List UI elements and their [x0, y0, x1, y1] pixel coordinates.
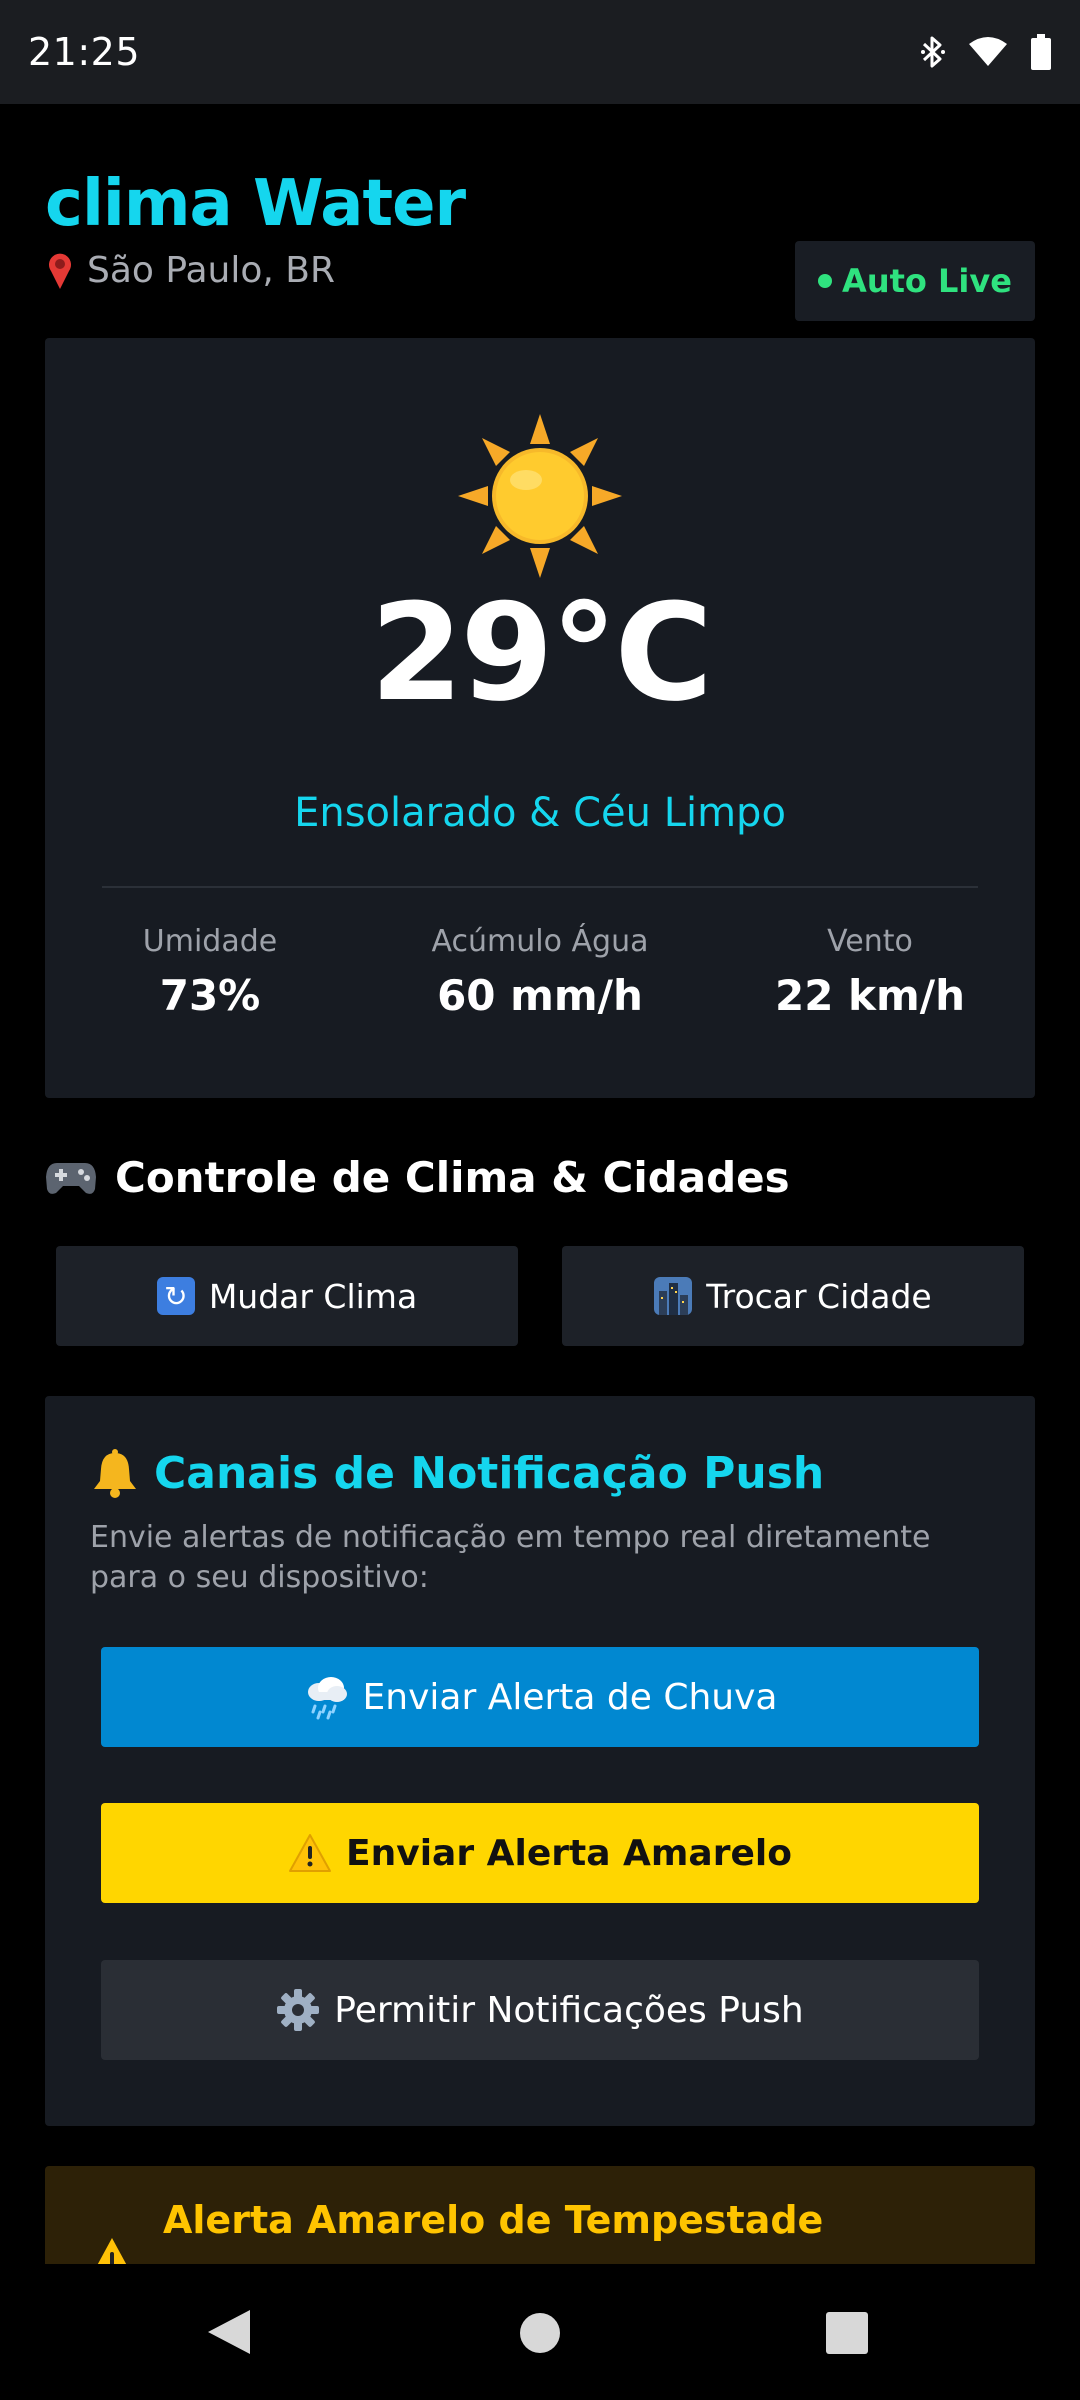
notification-description: Envie alertas de notificação em tempo re… — [90, 1520, 931, 1595]
bell-icon — [94, 1449, 136, 1498]
stat-value: 22 km/h — [774, 971, 965, 1020]
status-icons — [920, 34, 1052, 70]
location-text: São Paulo, BR — [87, 250, 335, 291]
notification-channels-card: Canais de Notificação Push Envie alertas… — [45, 1396, 1035, 2126]
change-weather-button[interactable]: ↻ Mudar Clima — [56, 1246, 518, 1346]
status-time: 21:25 — [28, 30, 141, 74]
status-bar: 21:25 — [0, 0, 1080, 104]
change-city-label: Trocar Cidade — [706, 1276, 932, 1316]
bluetooth-icon — [921, 36, 945, 68]
sun-icon — [458, 414, 622, 578]
gear-icon — [277, 1989, 320, 2031]
send-yellow-alert-label: Enviar Alerta Amarelo — [346, 1832, 792, 1874]
battery-icon — [1031, 34, 1051, 70]
temperature: 29°C — [370, 575, 713, 731]
location-pin-icon — [49, 253, 71, 289]
rain-cloud-icon — [307, 1677, 347, 1720]
stat-value: 60 mm/h — [437, 971, 643, 1020]
alert-title: Alerta Amarelo de Tempestade — [163, 2198, 824, 2242]
wifi-icon — [969, 37, 1007, 66]
location: São Paulo, BR — [45, 248, 335, 294]
divider — [102, 886, 978, 888]
weather-condition: Ensolarado & Céu Limpo — [294, 790, 786, 836]
notification-channels-title: Canais de Notificação Push — [90, 1446, 824, 1502]
stat-label: Umidade — [142, 924, 278, 959]
send-yellow-alert-button[interactable]: Enviar Alerta Amarelo — [101, 1803, 979, 1903]
notification-title-text: Canais de Notificação Push — [154, 1448, 825, 1499]
gamepad-icon — [46, 1163, 96, 1194]
auto-live-label: Auto Live — [842, 262, 1012, 300]
stat-label: Acúmulo Água — [431, 924, 649, 959]
control-buttons: ↻ Mudar Clima Trocar Cidade — [56, 1246, 1024, 1346]
stat-label: Vento — [827, 924, 913, 959]
yellow-storm-alert-card: Alerta Amarelo de Tempestade — [45, 2166, 1035, 2264]
send-rain-alert-button[interactable]: Enviar Alerta de Chuva — [101, 1647, 979, 1747]
stat-wind: Vento 22 km/h — [705, 923, 1035, 1021]
controls-section-title: Controle de Clima & Cidades — [45, 1150, 790, 1206]
warning-icon — [97, 2238, 127, 2264]
stat-value: 73% — [159, 971, 261, 1020]
auto-live-badge[interactable]: Auto Live — [795, 241, 1035, 321]
navigation-bar — [0, 2264, 1080, 2400]
stat-humidity: Umidade 73% — [45, 923, 375, 1021]
back-icon[interactable] — [206, 2308, 252, 2356]
weather-stats: Umidade 73% Acúmulo Água 60 mm/h Vento 2… — [45, 923, 1035, 1021]
controls-title-text: Controle de Clima & Cidades — [115, 1153, 790, 1202]
send-rain-alert-label: Enviar Alerta de Chuva — [362, 1676, 778, 1718]
app-title: clima Water — [45, 167, 466, 241]
allow-push-notifications-button[interactable]: Permitir Notificações Push — [101, 1960, 979, 2060]
weather-card: 29°C Ensolarado & Céu Limpo Umidade 73% … — [45, 338, 1035, 1098]
live-dot-icon — [818, 274, 833, 288]
app-header: clima Water São Paulo, BR Auto Live — [45, 164, 1035, 321]
change-city-button[interactable]: Trocar Cidade — [562, 1246, 1024, 1346]
warning-icon — [289, 1834, 332, 1872]
allow-push-notifications-label: Permitir Notificações Push — [334, 1989, 804, 2031]
stat-water-accumulation: Acúmulo Água 60 mm/h — [375, 923, 705, 1021]
main-content[interactable]: clima Water São Paulo, BR Auto Live 29°C… — [0, 104, 1080, 2264]
change-weather-label: Mudar Clima — [208, 1276, 418, 1316]
home-icon[interactable] — [519, 2312, 561, 2354]
city-icon — [654, 1277, 693, 1315]
refresh-icon: ↻ — [156, 1277, 195, 1315]
recents-icon[interactable] — [826, 2312, 868, 2354]
